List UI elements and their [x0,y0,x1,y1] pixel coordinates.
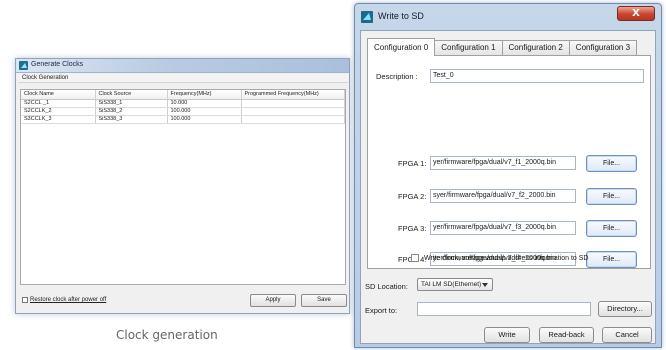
configuration-tabs: Configuration 0 Configuration 1 Configur… [367,38,638,56]
cell-clock-name[interactable]: S2CCLK_2 [21,107,96,116]
fpga-3-file-button[interactable]: File... [586,220,637,237]
table-row[interactable]: S2CCL _1 SiS338_1 10.000 [21,99,345,108]
table-row[interactable]: S2CCLK_2 SiS338_2 100.000 [21,107,345,116]
export-to-input[interactable] [417,302,591,316]
chevron-down-icon [482,283,488,287]
clock-table: Clock Name Clock Source Frequency(MHz) P… [21,90,345,124]
export-to-label: Export to: [365,306,398,315]
write-to-sd-window: Write to SD X Configuration 0 Configurat… [354,3,662,348]
directory-button[interactable]: Directory... [598,301,652,317]
sd-location-select[interactable]: TAI LM SD(Ethernet) [417,278,493,291]
fpga-1-label: FPGA 1: [398,159,427,168]
column-header-programmed-frequency[interactable]: Programmed Frequency(MHz) [241,90,345,100]
clock-generation-section-label: Clock Generation [18,74,348,83]
tab-configuration-0[interactable]: Configuration 0 [367,38,436,56]
fpga-1-path-input[interactable]: yer/firmware/fpga/dual/v7_f1_2000q.bin [430,156,576,170]
generate-clocks-title: Generate Clocks [31,61,84,68]
column-header-frequency[interactable]: Frequency(MHz) [167,90,242,100]
clock-table-header: Clock Name Clock Source Frequency(MHz) P… [21,90,345,100]
write-to-sd-body: Configuration 0 Configuration 1 Configur… [360,30,656,344]
fpga-2-file-button[interactable]: File... [586,188,637,205]
column-header-clock-source[interactable]: Clock Source [95,90,168,100]
sd-location-value: TAI LM SD(Ethernet) [421,281,482,288]
read-back-button[interactable]: Read-back [539,327,594,343]
fpga-4-file-button[interactable]: File... [586,251,637,268]
write-info-checkbox-label: Write clock, voltage and ip address info… [424,254,589,262]
write-info-checkbox[interactable]: Write clock, voltage and ip address info… [411,254,588,262]
generate-clocks-titlebar: Generate Clocks [16,59,349,73]
tab-configuration-1[interactable]: Configuration 1 [434,40,503,56]
generate-clocks-window: Generate Clocks Clock Generation Clock N… [15,58,350,314]
cell-frequency[interactable]: 100.000 [167,115,242,124]
write-button[interactable]: Write [484,327,530,343]
apply-button[interactable]: Apply [250,294,296,307]
clock-generation-caption: Clock generation [116,328,218,342]
table-row[interactable]: S3CCLK_3 SiS338_3 100.000 [21,115,345,124]
clock-table-area: Clock Name Clock Source Frequency(MHz) P… [20,89,346,285]
cell-programmed-frequency[interactable] [241,107,345,116]
cell-frequency[interactable]: 10.000 [167,99,242,108]
cancel-button[interactable]: Cancel [602,327,652,343]
write-to-sd-title: Write to SD [378,11,424,21]
cell-clock-source[interactable]: SiS338_2 [95,107,168,116]
cell-clock-name[interactable]: S3CCLK_3 [21,115,96,124]
description-label: Description : [376,72,418,81]
fpga-1-file-button[interactable]: File... [586,155,637,172]
cell-clock-source[interactable]: SiS338_3 [95,115,168,124]
generate-clocks-footer: Restore clock after power off Apply Save [20,291,347,311]
cell-clock-source[interactable]: SiS338_1 [95,99,168,108]
app-logo-icon [19,61,28,70]
fpga-2-path-input[interactable]: syer/firmware/fpga/dual/v7_f2_2000.bin [430,189,576,203]
cell-clock-name[interactable]: S2CCL _1 [21,99,96,108]
tab-configuration-2[interactable]: Configuration 2 [501,40,570,56]
fpga-3-path-input[interactable]: yer/firmware/fpga/dual/v7_f3_2000q.bin [430,221,576,235]
restore-clock-checkbox-label: Restore clock after power off [30,297,107,303]
cell-frequency[interactable]: 100.000 [167,107,242,116]
fpga-3-label: FPGA 3: [398,224,427,233]
close-button[interactable]: X [617,6,655,21]
write-info-checkbox-box[interactable] [411,254,419,262]
fpga-2-label: FPGA 2: [398,192,427,201]
configuration-panel: Description : Test_0 FPGA 1: yer/firmwar… [367,55,651,269]
write-to-sd-titlebar: Write to SD X [355,4,661,30]
tab-configuration-3[interactable]: Configuration 3 [568,40,638,56]
description-input[interactable]: Test_0 [430,69,644,83]
save-button[interactable]: Save [301,294,347,307]
cell-programmed-frequency[interactable] [241,99,345,108]
column-header-clock-name[interactable]: Clock Name [21,90,96,100]
app-logo-icon [361,11,373,23]
restore-clock-checkbox[interactable]: Restore clock after power off [22,297,106,303]
sd-location-label: SD Location: [365,282,408,291]
cell-programmed-frequency[interactable] [241,115,345,124]
restore-clock-checkbox-box[interactable] [22,297,28,303]
